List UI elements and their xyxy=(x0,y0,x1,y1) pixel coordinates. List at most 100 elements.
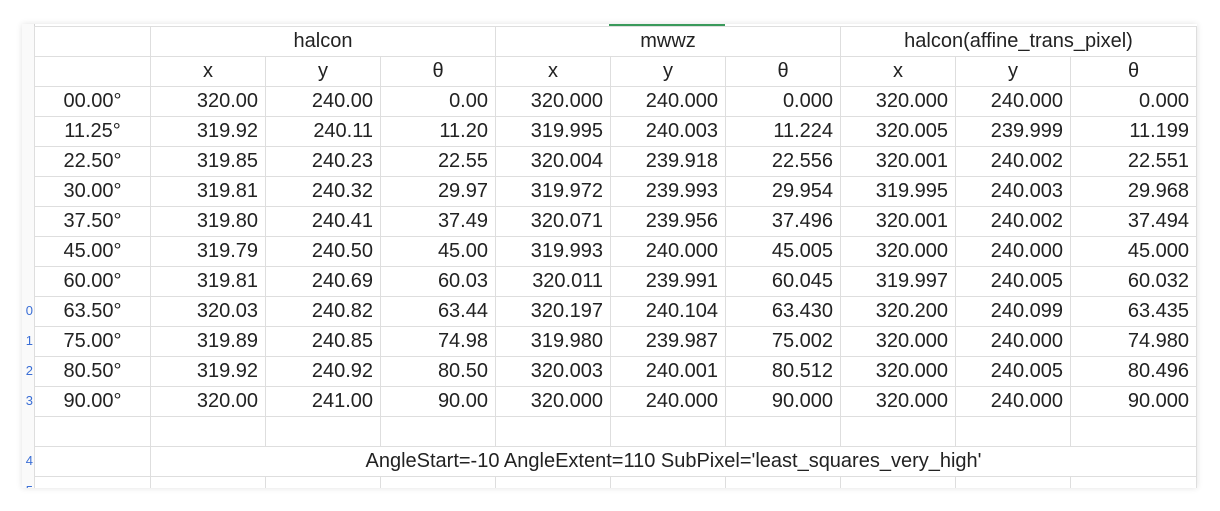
empty-cell[interactable] xyxy=(955,416,1071,447)
value-cell[interactable]: 240.001 xyxy=(610,356,726,387)
value-cell[interactable]: 320.000 xyxy=(840,86,956,117)
column-header-cell[interactable]: y xyxy=(610,56,726,87)
value-cell[interactable]: 320.071 xyxy=(495,206,611,237)
value-cell[interactable]: 0.000 xyxy=(1070,86,1197,117)
value-cell[interactable]: 320.200 xyxy=(840,296,956,327)
value-cell[interactable]: 320.00 xyxy=(150,86,266,117)
empty-cell[interactable] xyxy=(1070,416,1197,447)
empty-cell[interactable] xyxy=(610,416,726,447)
column-header-cell[interactable]: θ xyxy=(380,56,496,87)
value-cell[interactable]: 320.000 xyxy=(840,326,956,357)
value-cell[interactable]: 240.099 xyxy=(955,296,1071,327)
value-cell[interactable]: 240.002 xyxy=(955,206,1071,237)
value-cell[interactable]: 240.000 xyxy=(610,386,726,417)
value-cell[interactable]: 240.82 xyxy=(265,296,381,327)
value-cell[interactable]: 240.41 xyxy=(265,206,381,237)
value-cell[interactable]: 37.494 xyxy=(1070,206,1197,237)
value-cell[interactable]: 240.003 xyxy=(610,116,726,147)
value-cell[interactable]: 239.918 xyxy=(610,146,726,177)
empty-cell[interactable] xyxy=(34,26,151,57)
empty-cell[interactable] xyxy=(34,476,151,488)
value-cell[interactable]: 240.000 xyxy=(955,236,1071,267)
value-cell[interactable]: 240.005 xyxy=(955,266,1071,297)
parameter-note-cell[interactable]: AngleStart=-10 AngleExtent=110 SubPixel=… xyxy=(150,446,1197,477)
value-cell[interactable]: 320.004 xyxy=(495,146,611,177)
value-cell[interactable]: 240.00 xyxy=(265,86,381,117)
value-cell[interactable]: 240.85 xyxy=(265,326,381,357)
value-cell[interactable]: 11.199 xyxy=(1070,116,1197,147)
angle-cell[interactable]: 45.00° xyxy=(34,236,151,267)
empty-cell[interactable] xyxy=(150,476,266,488)
value-cell[interactable]: 240.69 xyxy=(265,266,381,297)
value-cell[interactable]: 239.991 xyxy=(610,266,726,297)
empty-cell[interactable] xyxy=(1070,476,1197,488)
value-cell[interactable]: 319.81 xyxy=(150,176,266,207)
column-header-cell[interactable]: x xyxy=(840,56,956,87)
value-cell[interactable]: 320.005 xyxy=(840,116,956,147)
value-cell[interactable]: 320.003 xyxy=(495,356,611,387)
value-cell[interactable]: 45.005 xyxy=(725,236,841,267)
value-cell[interactable]: 45.00 xyxy=(380,236,496,267)
value-cell[interactable]: 80.50 xyxy=(380,356,496,387)
value-cell[interactable]: 37.49 xyxy=(380,206,496,237)
value-cell[interactable]: 319.980 xyxy=(495,326,611,357)
value-cell[interactable]: 320.000 xyxy=(495,86,611,117)
value-cell[interactable]: 74.980 xyxy=(1070,326,1197,357)
value-cell[interactable]: 241.00 xyxy=(265,386,381,417)
value-cell[interactable]: 74.98 xyxy=(380,326,496,357)
empty-cell[interactable] xyxy=(34,416,151,447)
value-cell[interactable]: 320.001 xyxy=(840,206,956,237)
value-cell[interactable]: 319.79 xyxy=(150,236,266,267)
angle-cell[interactable]: 63.50° xyxy=(34,296,151,327)
value-cell[interactable]: 240.002 xyxy=(955,146,1071,177)
value-cell[interactable]: 320.011 xyxy=(495,266,611,297)
column-header-cell[interactable]: y xyxy=(265,56,381,87)
empty-cell[interactable] xyxy=(495,476,611,488)
value-cell[interactable]: 22.55 xyxy=(380,146,496,177)
value-cell[interactable]: 240.92 xyxy=(265,356,381,387)
angle-cell[interactable]: 22.50° xyxy=(34,146,151,177)
empty-cell[interactable] xyxy=(495,416,611,447)
value-cell[interactable]: 320.001 xyxy=(840,146,956,177)
row-number[interactable]: 0 xyxy=(22,296,33,326)
value-cell[interactable]: 90.00 xyxy=(380,386,496,417)
value-cell[interactable]: 63.44 xyxy=(380,296,496,327)
value-cell[interactable]: 319.995 xyxy=(840,176,956,207)
empty-cell[interactable] xyxy=(955,476,1071,488)
row-number[interactable]: 2 xyxy=(22,356,33,386)
value-cell[interactable]: 239.987 xyxy=(610,326,726,357)
angle-cell[interactable]: 75.00° xyxy=(34,326,151,357)
value-cell[interactable]: 63.435 xyxy=(1070,296,1197,327)
angle-cell[interactable]: 30.00° xyxy=(34,176,151,207)
value-cell[interactable]: 239.999 xyxy=(955,116,1071,147)
value-cell[interactable]: 240.000 xyxy=(610,86,726,117)
value-cell[interactable]: 29.97 xyxy=(380,176,496,207)
value-cell[interactable]: 319.80 xyxy=(150,206,266,237)
value-cell[interactable]: 320.000 xyxy=(840,386,956,417)
value-cell[interactable]: 240.000 xyxy=(610,236,726,267)
value-cell[interactable]: 11.224 xyxy=(725,116,841,147)
value-cell[interactable]: 75.002 xyxy=(725,326,841,357)
row-number[interactable]: 1 xyxy=(22,326,33,356)
empty-cell[interactable] xyxy=(34,446,151,477)
spreadsheet-grid[interactable]: 0123 45 halconmwwzhalcon(affine_trans_pix… xyxy=(22,24,1197,488)
empty-cell[interactable] xyxy=(840,476,956,488)
group-header-cell[interactable]: mwwz xyxy=(495,26,841,57)
value-cell[interactable]: 240.000 xyxy=(955,86,1071,117)
value-cell[interactable]: 80.496 xyxy=(1070,356,1197,387)
value-cell[interactable]: 240.005 xyxy=(955,356,1071,387)
value-cell[interactable]: 60.03 xyxy=(380,266,496,297)
value-cell[interactable]: 90.000 xyxy=(1070,386,1197,417)
column-header-cell[interactable]: θ xyxy=(725,56,841,87)
empty-cell[interactable] xyxy=(840,416,956,447)
angle-cell[interactable]: 90.00° xyxy=(34,386,151,417)
empty-cell[interactable] xyxy=(610,476,726,488)
value-cell[interactable]: 319.81 xyxy=(150,266,266,297)
value-cell[interactable]: 22.556 xyxy=(725,146,841,177)
row-number[interactable]: 4 xyxy=(22,446,33,476)
value-cell[interactable]: 319.997 xyxy=(840,266,956,297)
angle-cell[interactable]: 60.00° xyxy=(34,266,151,297)
value-cell[interactable]: 11.20 xyxy=(380,116,496,147)
value-cell[interactable]: 240.000 xyxy=(955,386,1071,417)
value-cell[interactable]: 0.000 xyxy=(725,86,841,117)
